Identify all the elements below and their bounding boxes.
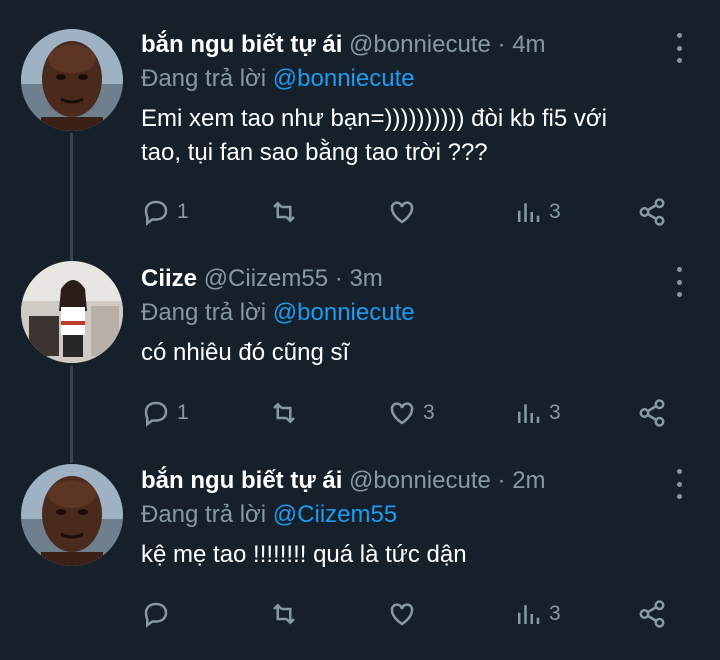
tweet[interactable]: bắn ngu biết tự ái @bonniecute · 4m Đang… — [0, 0, 720, 250]
reply-icon — [144, 401, 168, 427]
like-button[interactable] — [387, 597, 423, 631]
tweet-text: kệ mẹ tao !!!!!!!! quá là tức dận — [141, 538, 680, 572]
tweet[interactable]: Ciize @Ciizem55 · 3m Đang trả lời @bonni… — [0, 250, 720, 450]
user-avatar[interactable] — [21, 261, 123, 363]
heart-icon — [390, 603, 414, 626]
retweet-button[interactable] — [269, 195, 305, 229]
tweet-text-line: kệ mẹ tao !!!!!!!! quá là tức dận — [141, 541, 467, 568]
bar-chart-icon — [518, 605, 540, 624]
share-icon — [639, 198, 665, 226]
user-handle[interactable]: @bonniecute — [349, 31, 491, 58]
user-handle[interactable]: @bonniecute — [349, 467, 491, 494]
reply-count: 1 — [177, 200, 189, 223]
tweet-actions: 3 — [141, 597, 681, 631]
heart-icon — [390, 402, 414, 425]
more-options-icon[interactable] — [674, 267, 684, 297]
tweet[interactable]: bắn ngu biết tự ái @bonniecute · 2m Đang… — [0, 450, 720, 660]
bar-chart-icon — [518, 203, 540, 222]
user-avatar[interactable] — [21, 464, 123, 566]
tweet-header: bắn ngu biết tự ái @bonniecute · 4m — [141, 30, 680, 60]
timestamp[interactable]: 3m — [349, 265, 382, 292]
mention-link[interactable]: @bonniecute — [273, 65, 415, 92]
replying-to: Đang trả lời @bonniecute — [141, 298, 680, 328]
retweet-button[interactable] — [269, 597, 305, 631]
timestamp[interactable]: 2m — [512, 467, 545, 494]
tweet-text-line: có nhiêu đó cũng sĩ — [141, 339, 350, 366]
more-options-icon[interactable] — [674, 469, 684, 499]
mention-link[interactable]: @bonniecute — [273, 299, 415, 326]
view-count: 3 — [549, 200, 561, 223]
reply-icon — [144, 602, 168, 628]
view-count: 3 — [549, 602, 561, 625]
separator-dot: · — [497, 467, 506, 494]
share-button[interactable] — [637, 396, 667, 430]
display-name[interactable]: bắn ngu biết tự ái — [141, 467, 342, 494]
heart-icon — [390, 201, 414, 224]
share-button[interactable] — [637, 195, 667, 229]
views-button[interactable]: 3 — [513, 195, 561, 229]
timestamp[interactable]: 4m — [512, 31, 545, 58]
display-name[interactable]: Ciize — [141, 265, 197, 292]
replying-to-label: Đang trả lời — [141, 501, 267, 528]
replying-to-label: Đang trả lời — [141, 299, 267, 326]
share-button[interactable] — [637, 597, 667, 631]
like-button[interactable] — [387, 195, 423, 229]
bar-chart-icon — [518, 404, 540, 423]
display-name[interactable]: bắn ngu biết tự ái — [141, 31, 342, 58]
like-button[interactable]: 3 — [387, 396, 435, 430]
replying-to: Đang trả lời @Ciizem55 — [141, 500, 680, 530]
share-icon — [639, 399, 665, 427]
views-button[interactable]: 3 — [513, 597, 561, 631]
reply-count: 1 — [177, 401, 189, 424]
tweet-text-line: Emi xem tao như bạn=)))))))))) đòi kb fi… — [141, 105, 607, 132]
replying-to: Đang trả lời @bonniecute — [141, 64, 680, 94]
replying-to-label: Đang trả lời — [141, 65, 267, 92]
mention-link[interactable]: @Ciizem55 — [273, 501, 397, 528]
tweet-text: có nhiêu đó cũng sĩ — [141, 336, 680, 370]
retweet-icon — [273, 603, 295, 625]
tweet-text: Emi xem tao như bạn=)))))))))) đòi kb fi… — [141, 102, 680, 170]
view-count: 3 — [549, 401, 561, 424]
user-avatar[interactable] — [21, 29, 123, 131]
retweet-icon — [273, 201, 295, 223]
views-button[interactable]: 3 — [513, 396, 561, 430]
tweet-actions: 1 3 3 — [141, 396, 681, 430]
like-count: 3 — [423, 401, 435, 424]
more-options-icon[interactable] — [674, 33, 684, 63]
reply-button[interactable]: 1 — [141, 396, 189, 430]
reply-button[interactable] — [141, 597, 177, 631]
share-icon — [639, 600, 665, 628]
reply-button[interactable]: 1 — [141, 195, 189, 229]
tweet-text-line: tao, tụi fan sao bằng tao trời ??? — [141, 139, 488, 166]
separator-dot: · — [334, 265, 343, 292]
tweet-header: Ciize @Ciizem55 · 3m — [141, 264, 680, 294]
retweet-icon — [273, 402, 295, 424]
tweet-actions: 1 3 — [141, 195, 681, 229]
user-handle[interactable]: @Ciizem55 — [204, 265, 328, 292]
separator-dot: · — [497, 31, 506, 58]
reply-icon — [144, 200, 168, 226]
tweet-header: bắn ngu biết tự ái @bonniecute · 2m — [141, 466, 680, 496]
retweet-button[interactable] — [269, 396, 305, 430]
